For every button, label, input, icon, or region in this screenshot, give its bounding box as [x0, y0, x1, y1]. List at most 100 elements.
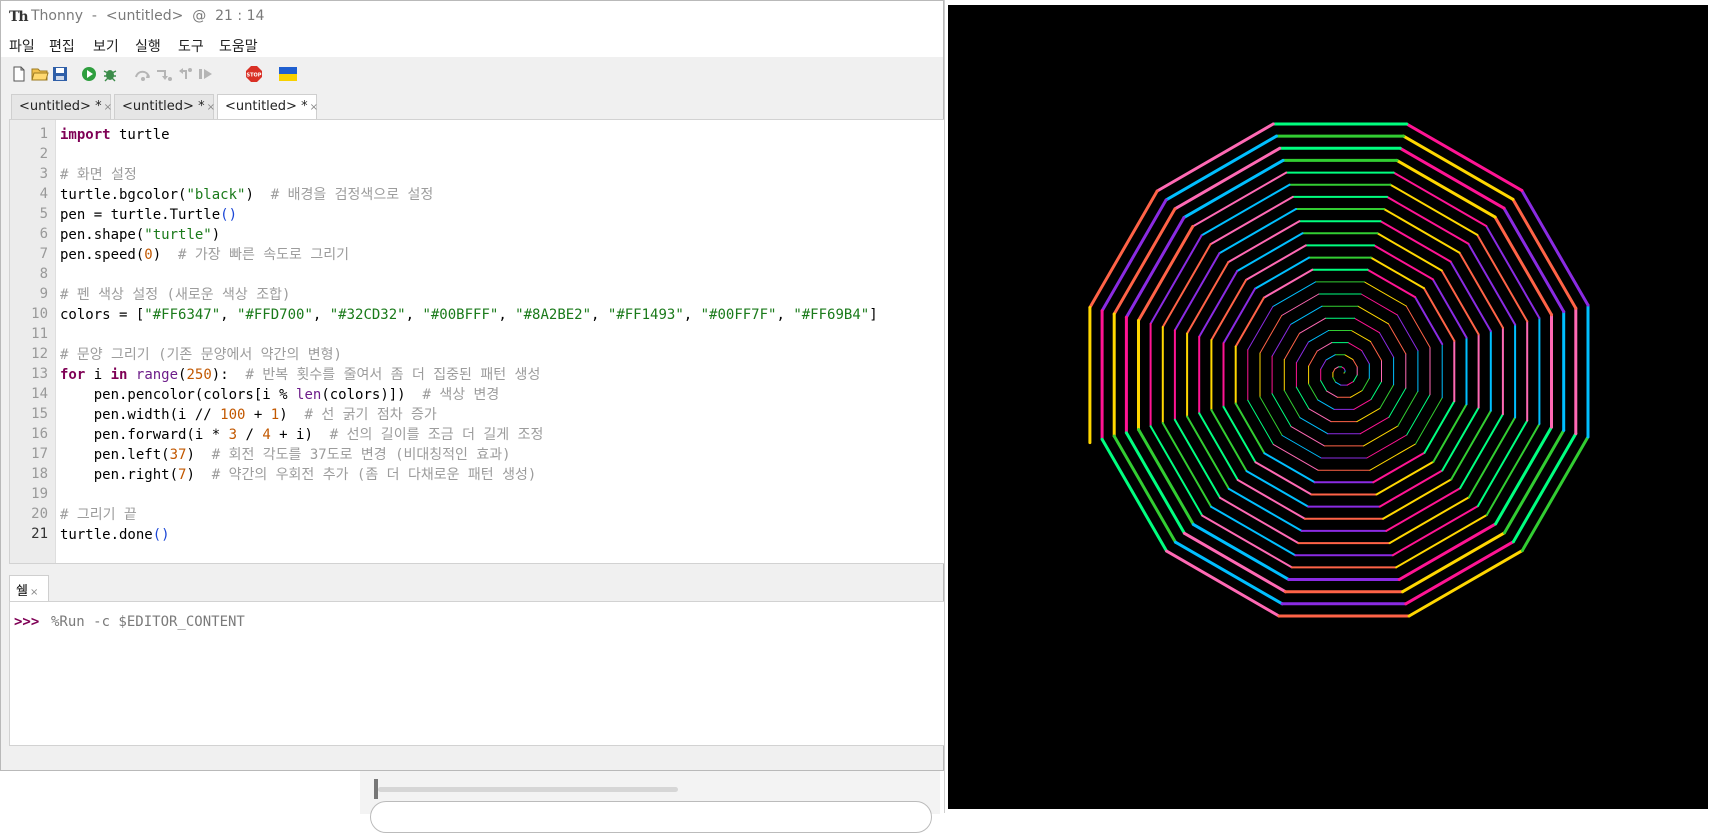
open-folder-icon[interactable]: [31, 65, 49, 83]
spiral-segment: [1361, 294, 1397, 315]
ukraine-flag-icon[interactable]: [279, 65, 297, 83]
code-line[interactable]: # 그리기 끝: [60, 505, 137, 525]
spiral-segment: [1264, 453, 1314, 482]
code-line[interactable]: colors = ["#FF6347", "#FFD700", "#32CD32…: [60, 305, 878, 325]
spiral-segment: [1397, 160, 1495, 217]
spiral-segment: [1371, 382, 1381, 400]
save-icon[interactable]: [51, 65, 69, 83]
tab-untitled-3[interactable]: <untitled> *×: [217, 94, 317, 120]
tab-close-icon[interactable]: ×: [207, 102, 215, 113]
spiral-segment: [1308, 331, 1328, 343]
spiral-segment: [1380, 471, 1443, 507]
line-number: 7: [40, 246, 48, 262]
line-number: 5: [40, 206, 48, 222]
debug-icon[interactable]: [101, 65, 119, 83]
spiral-segment: [1354, 399, 1371, 409]
spiral-segment: [1309, 409, 1331, 422]
code-line[interactable]: pen = turtle.Turtle(): [60, 205, 237, 225]
code-line[interactable]: for i in range(250): # 반복 횟수를 줄여서 좀 더 집중…: [60, 365, 540, 385]
spiral-segment: [1317, 343, 1332, 351]
spiral-segment: [1522, 437, 1588, 551]
tab-close-icon[interactable]: ×: [104, 102, 112, 113]
spiral-segment: [1309, 384, 1318, 400]
spiral-segment: [1393, 506, 1478, 555]
spiral-segment: [1487, 424, 1540, 515]
code-line[interactable]: # 화면 설정: [60, 165, 137, 185]
background-window: [360, 770, 940, 814]
spiral-segment: [1495, 217, 1551, 315]
spiral-segment: [1102, 439, 1167, 551]
spiral-segment: [1351, 331, 1370, 342]
toolbar: STOP: [1, 57, 943, 93]
horizontal-scrollbar[interactable]: [378, 787, 678, 792]
spiral-segment: [1167, 551, 1279, 616]
code-editor[interactable]: 123456789101112131415161718192021 import…: [9, 119, 945, 564]
tab-untitled-2[interactable]: <untitled> *×: [114, 94, 214, 119]
spiral-segment: [1321, 381, 1327, 391]
spiral-segment: [1348, 343, 1362, 351]
menu-run[interactable]: 실행: [135, 36, 161, 56]
spiral-segment: [1126, 433, 1184, 534]
tab-close-icon[interactable]: ×: [30, 587, 38, 598]
turtle-graphics-window: [944, 0, 1711, 813]
code-line[interactable]: pen.shape("turtle"): [60, 225, 220, 245]
spiral-segment: [1522, 190, 1588, 305]
line-number: 20: [31, 506, 48, 522]
code-line[interactable]: import turtle: [60, 125, 170, 145]
spiral-segment: [1399, 524, 1495, 580]
menu-file[interactable]: 파일: [9, 36, 35, 56]
code-line[interactable]: # 문양 그리기 (기존 문양에서 약간의 변형): [60, 345, 342, 365]
tab-untitled-1[interactable]: <untitled> *×: [11, 94, 111, 119]
spiral-segment: [1151, 426, 1203, 515]
shell-panel[interactable]: >>> %Run -c $EDITOR_CONTENT: [9, 601, 945, 746]
spiral-segment: [1478, 421, 1527, 507]
spiral-segment: [1371, 342, 1382, 361]
stop-icon[interactable]: STOP: [245, 65, 263, 83]
spiral-segment: [1296, 387, 1309, 409]
code-line[interactable]: pen.forward(i * 3 / 4 + i) # 선의 길이를 조금 더…: [60, 425, 543, 445]
code-line[interactable]: pen.left(37) # 회전 각도를 37도로 변경 (비대칭적인 효과): [60, 445, 511, 465]
line-number: 9: [40, 286, 48, 302]
menu-view[interactable]: 보기: [93, 36, 119, 56]
spiral-segment: [1248, 400, 1274, 444]
spiral-segment: [1184, 533, 1285, 591]
title-bar: Th Thonny - <untitled> @ 21 : 14: [1, 1, 943, 33]
spiral-segment: [1374, 245, 1433, 279]
spiral-segment: [1151, 235, 1202, 323]
run-icon[interactable]: [80, 65, 98, 83]
line-number: 21: [31, 526, 48, 542]
code-line[interactable]: pen.pencolor(colors[i % len(colors)]) # …: [60, 385, 499, 405]
menu-help[interactable]: 도움말: [219, 36, 258, 56]
thonny-logo-icon: Th: [9, 9, 28, 25]
spiral-segment: [1321, 360, 1326, 369]
code-line[interactable]: pen.speed(0) # 가장 빠른 속도로 그리기: [60, 245, 349, 265]
code-line[interactable]: turtle.bgcolor("black") # 배경을 검정색으로 설정: [60, 185, 433, 205]
spiral-segment: [1224, 407, 1256, 462]
spiral-segment: [1403, 136, 1513, 199]
spiral-segment: [1327, 391, 1338, 397]
spiral-segment: [1416, 398, 1443, 444]
spiral-segment: [1139, 430, 1194, 525]
tab-shell[interactable]: 쉘×: [9, 575, 49, 601]
tab-label: <untitled> *: [122, 99, 205, 114]
spiral-segment: [1175, 253, 1220, 330]
code-line[interactable]: turtle.done(): [60, 525, 170, 545]
spiral-segment: [1424, 288, 1454, 341]
menu-edit[interactable]: 편집: [49, 36, 75, 56]
window-title: Thonny - <untitled> @ 21 : 14: [31, 8, 264, 24]
menu-tools[interactable]: 도구: [178, 36, 204, 56]
spiral-segment: [1394, 173, 1487, 226]
code-line[interactable]: pen.right(7) # 약간의 우회전 추가 (좀 더 다채로운 패턴 생…: [60, 465, 536, 485]
tab-close-icon[interactable]: ×: [310, 102, 318, 113]
spiral-segment: [1355, 318, 1380, 332]
spiral-segment: [1377, 462, 1434, 495]
spiral-segment: [1406, 542, 1514, 604]
line-number-gutter: 123456789101112131415161718192021: [10, 120, 56, 563]
spiral-segment: [1407, 395, 1430, 435]
line-number: 18: [31, 466, 48, 482]
spiral-segment: [1309, 351, 1318, 366]
code-line[interactable]: # 펜 색상 설정 (새로운 색상 조합): [60, 285, 290, 305]
line-number: 3: [40, 166, 48, 182]
new-file-icon[interactable]: [10, 65, 28, 83]
code-line[interactable]: pen.width(i // 100 + 1) # 선 굵기 점차 증가: [60, 405, 437, 425]
